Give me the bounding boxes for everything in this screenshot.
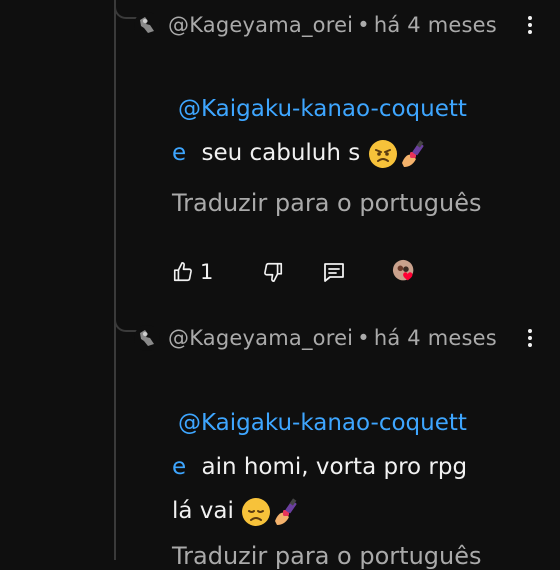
author-name[interactable]: @Kageyama_orei (168, 13, 353, 37)
nail-polish-emoji (275, 497, 297, 525)
mention-link[interactable]: @Kaigaku-kanao-coquett (178, 410, 467, 436)
like-count: 1 (200, 260, 214, 284)
comment-text: seu cabuluh s (201, 140, 361, 166)
reply-button[interactable] (322, 260, 392, 284)
dislike-button[interactable] (262, 261, 322, 283)
author-name[interactable]: @Kageyama_orei (168, 326, 353, 350)
reply-icon (324, 263, 344, 282)
comment-meta: @Kageyama_orei • há 4 meses (168, 326, 497, 350)
creator-heart-icon (392, 259, 414, 281)
like-button[interactable]: 1 (172, 260, 262, 284)
comment-time[interactable]: há 4 meses (374, 13, 497, 37)
translate-link[interactable]: Traduzir para o português (172, 189, 482, 217)
avatar[interactable] (134, 325, 160, 351)
mention-link-continued[interactable]: e (172, 140, 186, 166)
creator-heart (392, 259, 418, 285)
comment-header: @Kageyama_orei • há 4 meses (134, 5, 554, 45)
meta-separator: • (357, 326, 370, 350)
comment-meta: @Kageyama_orei • há 4 meses (168, 13, 497, 37)
mention-link-continued[interactable]: e (172, 454, 186, 480)
more-options-icon[interactable] (520, 13, 540, 37)
comment-text: ain homi, vorta pro rpg (201, 454, 468, 480)
translate-link[interactable]: Traduzir para o português (172, 542, 482, 570)
mention-link[interactable]: @Kaigaku-kanao-coquett (178, 96, 467, 122)
comment-time[interactable]: há 4 meses (374, 326, 497, 350)
comment-body: @Kaigaku-kanao-coquett e seu cabuluh s (172, 87, 552, 175)
avatar[interactable] (134, 12, 160, 38)
avatar-icon (140, 17, 154, 33)
comment-header: @Kageyama_orei • há 4 meses (134, 318, 554, 358)
comment-actions: 1 (172, 257, 552, 287)
thread-line (114, 0, 116, 560)
thumbs-down-icon (264, 262, 283, 282)
comment-text-continued: lá vai (172, 498, 234, 524)
avatar-icon (140, 330, 154, 346)
comment-body: @Kaigaku-kanao-coquett e ain homi, vorta… (172, 401, 552, 533)
thumbs-up-icon (173, 262, 192, 282)
meta-separator: • (357, 13, 370, 37)
nail-polish-emoji (401, 139, 424, 167)
more-options-icon[interactable] (520, 326, 540, 350)
disappointed-face-emoji (242, 497, 271, 526)
angry-face-emoji (368, 139, 397, 168)
